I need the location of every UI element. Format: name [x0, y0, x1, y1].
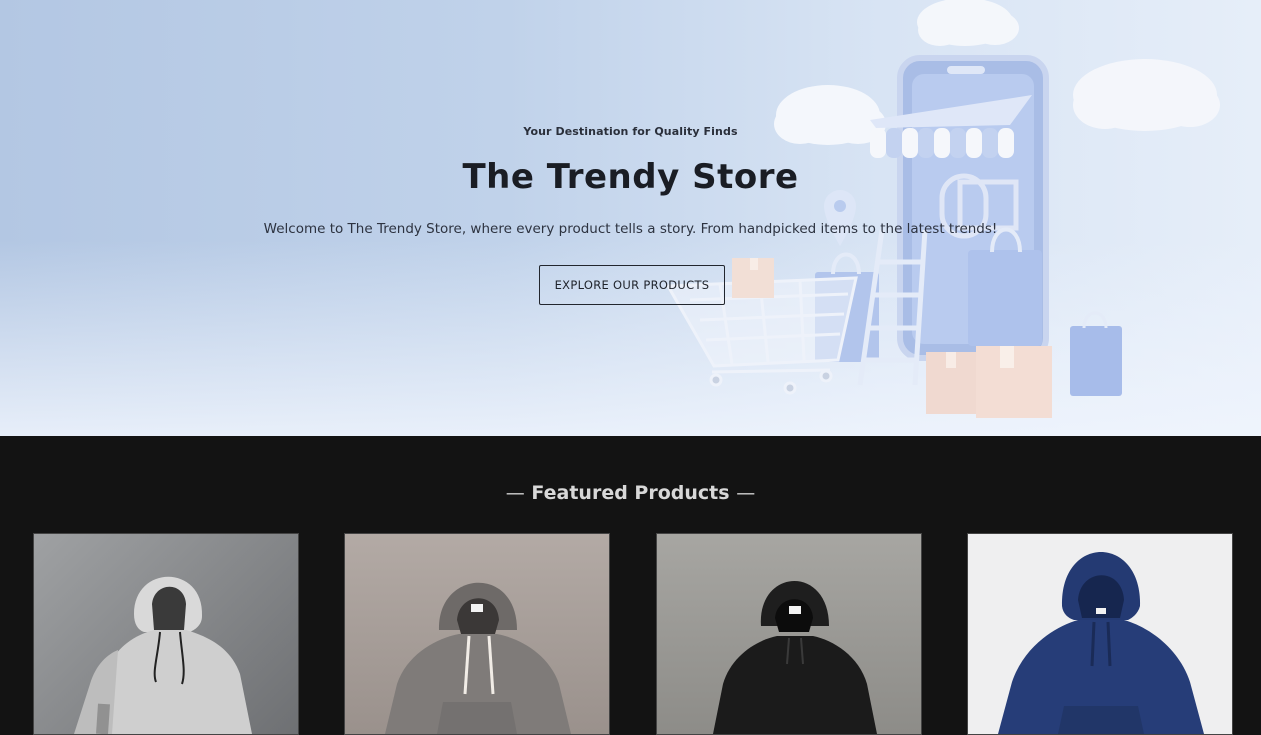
product-image-light-grey-hoodie: [74, 576, 252, 734]
cloud-icon: [1073, 59, 1220, 131]
parcel-box-icon: [926, 352, 978, 414]
location-pin-icon: [824, 190, 856, 246]
product-card[interactable]: [967, 533, 1233, 735]
product-image-grey-hoodie: [385, 582, 571, 734]
heading-dash-left: —: [505, 482, 525, 504]
page-title: The Trendy Store: [462, 157, 799, 197]
heading-dash-right: —: [736, 482, 756, 504]
parcel-box-icon: [732, 258, 774, 298]
product-image-black-hoodie: [713, 580, 877, 734]
section-heading: — Featured Products —: [0, 482, 1261, 504]
featured-heading-text: Featured Products: [531, 482, 730, 504]
parcel-box-icon: [976, 346, 1052, 418]
hero-description: Welcome to The Trendy Store, where every…: [263, 221, 998, 237]
product-card[interactable]: [656, 533, 922, 735]
featured-products-section: — Featured Products —: [0, 436, 1261, 735]
product-card[interactable]: [33, 533, 299, 735]
explore-products-button[interactable]: EXPLORE OUR PRODUCTS: [539, 265, 725, 305]
hero-eyebrow: Your Destination for Quality Finds: [523, 125, 738, 138]
cloud-icon: [917, 0, 1019, 46]
shopping-bag-icon: [1070, 311, 1122, 396]
shopping-illustration: [665, 0, 1220, 418]
product-card[interactable]: [344, 533, 610, 735]
hero-banner: Your Destination for Quality Finds The T…: [0, 0, 1261, 436]
product-image-navy-hoodie: [998, 552, 1204, 734]
